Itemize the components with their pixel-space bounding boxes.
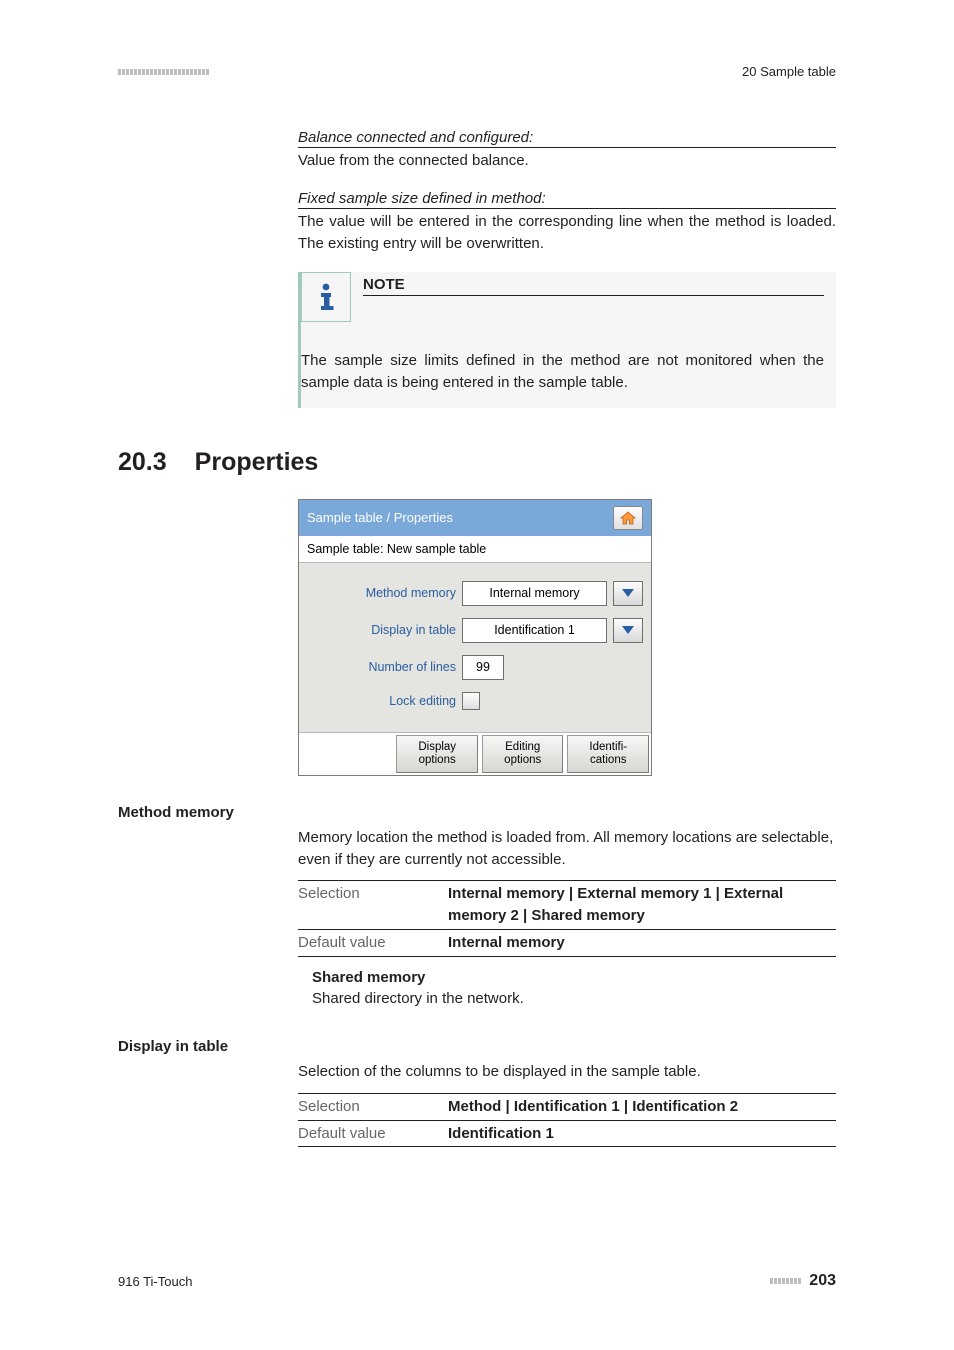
definition-body: The value will be entered in the corresp… (298, 211, 836, 255)
footer-ticks (770, 1278, 801, 1284)
note-heading: NOTE (363, 276, 824, 296)
page-footer: 916 Ti-Touch 203 (118, 1272, 836, 1290)
selection-label: Selection (298, 1094, 448, 1120)
term-body-display-in-table: Selection of the columns to be displayed… (298, 1061, 836, 1083)
footer-product: 916 Ti-Touch (118, 1274, 192, 1289)
display-options-button[interactable]: Display options (396, 735, 478, 773)
properties-panel: Sample table / Properties Sample table: … (298, 499, 652, 776)
home-button[interactable] (613, 506, 643, 530)
field-label-display-in-table: Display in table (307, 623, 462, 637)
lock-editing-checkbox[interactable] (462, 692, 480, 710)
subterm-title-shared-memory: Shared memory (312, 967, 836, 989)
chevron-down-icon (621, 625, 635, 635)
header-chapter: 20 Sample table (742, 64, 836, 79)
selection-value-display-in-table: Method | Identification 1 | Identificati… (448, 1098, 738, 1115)
chevron-down-icon (621, 588, 635, 598)
page-header: 20 Sample table (118, 64, 836, 79)
default-label: Default value (298, 930, 448, 956)
term-body-method-memory: Memory location the method is loaded fro… (298, 827, 836, 871)
field-label-lock-editing: Lock editing (307, 694, 462, 708)
section-title: Properties (195, 448, 319, 477)
term-heading-method-memory: Method memory (118, 804, 836, 821)
display-in-table-dropdown[interactable] (613, 618, 643, 643)
section-number: 20.3 (118, 448, 167, 477)
note-callout: NOTE The sample size limits defined in t… (298, 272, 836, 408)
definition-fixed-sample: Fixed sample size defined in method: The… (298, 190, 836, 255)
definition-title: Fixed sample size defined in method: (298, 190, 836, 209)
definition-title: Balance connected and configured: (298, 129, 836, 148)
definition-body: Value from the connected balance. (298, 150, 836, 172)
default-value-method-memory: Internal memory (448, 934, 565, 951)
term-heading-display-in-table: Display in table (118, 1038, 836, 1055)
default-value-display-in-table: Identification 1 (448, 1125, 554, 1142)
panel-subtitle: Sample table: New sample table (299, 536, 651, 563)
note-body: The sample size limits defined in the me… (301, 350, 824, 394)
field-label-number-of-lines: Number of lines (307, 660, 462, 674)
method-memory-dropdown[interactable] (613, 581, 643, 606)
identifications-button[interactable]: Identifi- cations (567, 735, 649, 773)
page-number: 203 (809, 1272, 836, 1290)
number-of-lines-field[interactable]: 99 (462, 655, 504, 680)
subterm-body-shared-memory: Shared directory in the network. (312, 988, 836, 1010)
selection-value-method-memory: Internal memory | External memory 1 | Ex… (448, 885, 783, 924)
selection-label: Selection (298, 881, 448, 929)
header-ticks (118, 69, 209, 75)
panel-breadcrumb: Sample table / Properties (307, 510, 453, 525)
info-icon (301, 272, 351, 322)
display-in-table-field[interactable]: Identification 1 (462, 618, 607, 643)
field-label-method-memory: Method memory (307, 586, 462, 600)
editing-options-button[interactable]: Editing options (482, 735, 564, 773)
definition-balance: Balance connected and configured: Value … (298, 129, 836, 172)
section-heading: 20.3 Properties (118, 448, 836, 477)
method-memory-field[interactable]: Internal memory (462, 581, 607, 606)
default-label: Default value (298, 1121, 448, 1147)
